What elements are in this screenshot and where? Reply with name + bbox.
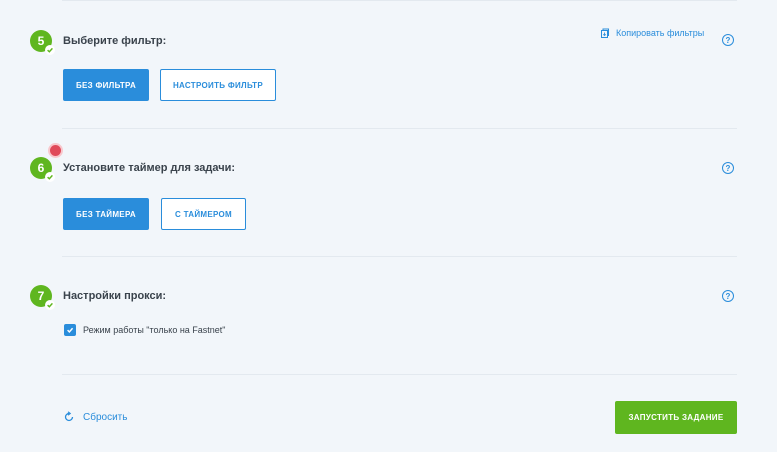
task-settings-page: 5 Выберите фильтр: Копировать фильтры ? … [0, 0, 777, 452]
filter-title: Выберите фильтр: [63, 35, 167, 47]
run-task-button[interactable]: Запустить задание [615, 401, 737, 434]
check-icon [67, 327, 74, 333]
proxy-title: Настройки прокси: [63, 290, 167, 302]
copy-filters-link[interactable]: Копировать фильтры [600, 28, 704, 38]
help-icon[interactable]: ? [722, 34, 734, 46]
step-number: 5 [37, 34, 45, 48]
timer-title: Установите таймер для задачи: [63, 162, 236, 174]
check-icon [45, 172, 55, 182]
step-number: 7 [37, 289, 45, 303]
no-timer-button[interactable]: Без таймера [63, 198, 149, 230]
fastnet-only-checkbox[interactable] [64, 324, 76, 336]
reset-icon [64, 411, 74, 422]
help-icon[interactable]: ? [722, 290, 734, 302]
help-icon[interactable]: ? [722, 162, 734, 174]
configure-filter-button[interactable]: Настроить фильтр [160, 69, 276, 101]
reset-link[interactable]: Сбросить [63, 411, 127, 423]
step-number: 6 [37, 161, 45, 175]
fastnet-only-option[interactable]: Режим работы "только на Fastnet" [64, 324, 226, 336]
copy-filters-label: Копировать фильтры [616, 28, 705, 38]
step-7-badge: 7 [30, 285, 55, 310]
top-divider [62, 0, 737, 1]
step-6-badge: 6 [30, 157, 55, 182]
section-divider [62, 128, 737, 129]
section-divider [62, 374, 737, 375]
copy-icon [601, 28, 609, 38]
step-5-badge: 5 [30, 30, 55, 55]
section-divider [62, 256, 737, 257]
fastnet-only-label: Режим работы "только на Fastnet" [83, 325, 226, 335]
reset-label: Сбросить [83, 411, 128, 423]
alert-dot [50, 145, 61, 156]
check-icon [45, 300, 55, 310]
check-icon [45, 45, 55, 55]
with-timer-button[interactable]: С таймером [161, 198, 246, 230]
no-filter-button[interactable]: Без фильтра [63, 69, 149, 101]
